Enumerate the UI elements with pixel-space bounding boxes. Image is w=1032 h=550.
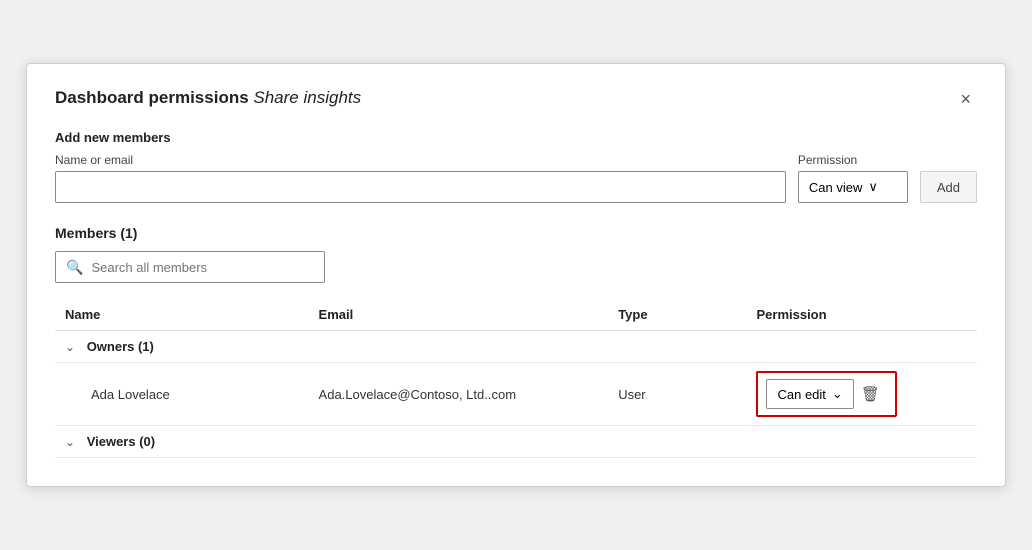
table-header-row: Name Email Type Permission (55, 299, 977, 331)
table-row: Ada Lovelace Ada.Lovelace@Contoso, Ltd..… (55, 363, 977, 426)
add-member-row: Name or email Permission Can view ∨ Add (55, 153, 977, 203)
col-email-header: Email (309, 299, 609, 331)
modal-title: Dashboard permissions Share insights (55, 88, 361, 108)
add-section-heading: Add new members (55, 130, 977, 145)
modal-title-italic: Share insights (253, 88, 361, 107)
member-email-cell: Ada.Lovelace@Contoso, Ltd..com (309, 363, 609, 426)
col-permission-header: Permission (746, 299, 977, 331)
group-name: Owners (1) (87, 339, 154, 354)
permission-chevron-icon: ⌄ (832, 386, 843, 402)
modal-header: Dashboard permissions Share insights × (55, 88, 977, 110)
modal-title-static: Dashboard permissions (55, 88, 253, 107)
group-chevron-button[interactable]: ⌄ (61, 435, 79, 449)
name-label: Name or email (55, 153, 786, 167)
search-icon: 🔍 (66, 259, 83, 276)
col-type-header: Type (608, 299, 746, 331)
permission-highlighted-box: Can edit ⌄ 🗑 (756, 371, 896, 417)
member-permission-cell: Can edit ⌄ 🗑 (746, 363, 977, 426)
modal-container: Dashboard permissions Share insights × A… (26, 63, 1006, 487)
members-section-heading: Members (1) (55, 225, 977, 241)
member-permission-button[interactable]: Can edit ⌄ (766, 379, 853, 409)
name-email-input[interactable] (55, 171, 786, 203)
permission-value: Can view (809, 180, 862, 195)
group-chevron-button[interactable]: ⌄ (61, 340, 79, 354)
col-name-header: Name (55, 299, 309, 331)
members-table: Name Email Type Permission ⌄ Owners (1) … (55, 299, 977, 458)
member-type-cell: User (608, 363, 746, 426)
search-input[interactable] (91, 260, 314, 275)
permission-select-button[interactable]: Can view ∨ (798, 171, 908, 203)
group-row: ⌄ Viewers (0) (55, 426, 977, 458)
permission-chevron-icon: ∨ (868, 179, 878, 195)
search-box[interactable]: 🔍 (55, 251, 325, 283)
group-label: ⌄ Viewers (0) (55, 426, 977, 458)
member-permission-value: Can edit (777, 387, 825, 402)
close-button[interactable]: × (954, 88, 977, 110)
group-label: ⌄ Owners (1) (55, 331, 977, 363)
member-name-cell: Ada Lovelace (55, 363, 309, 426)
group-row: ⌄ Owners (1) (55, 331, 977, 363)
permission-group: Permission Can view ∨ (798, 153, 908, 203)
name-field-group: Name or email (55, 153, 786, 203)
add-button[interactable]: Add (920, 171, 977, 203)
delete-member-button[interactable]: 🗑 (854, 380, 887, 408)
permission-label: Permission (798, 153, 908, 167)
group-name: Viewers (0) (87, 434, 155, 449)
